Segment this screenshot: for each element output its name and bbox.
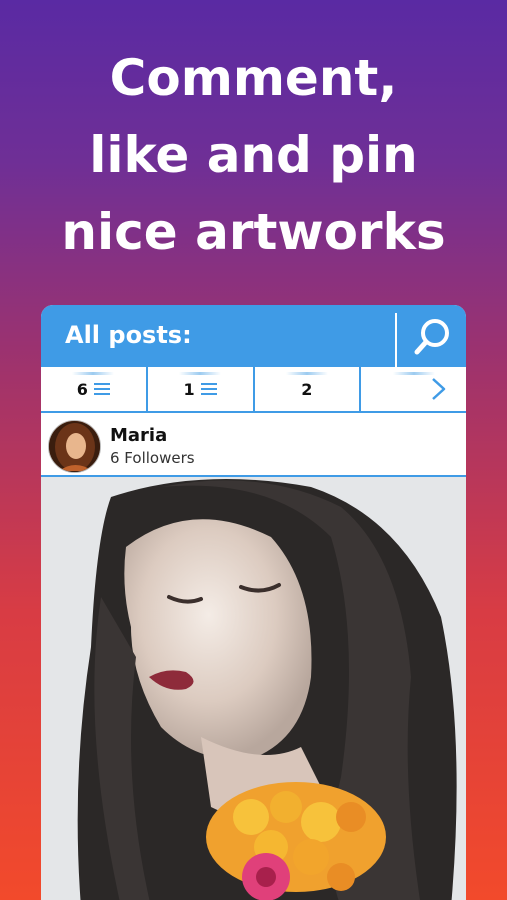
post-header: Maria 6 Followers (41, 413, 466, 477)
list-icon (93, 383, 110, 395)
tab-1[interactable]: 6 (41, 367, 148, 411)
headline-line-1: Comment, (109, 49, 398, 107)
search-icon (414, 319, 449, 355)
next-tab-button[interactable] (361, 367, 466, 411)
post-artwork[interactable] (41, 477, 466, 900)
phone-screen: All posts: 6 1 2 Maria 6 Followers (41, 305, 466, 900)
headline-line-3: nice artworks (61, 203, 446, 261)
category-tabs: 6 1 2 (41, 367, 466, 413)
avatar-image (49, 421, 100, 472)
app-bar: All posts: (41, 305, 466, 367)
headline-line-2: like and pin (89, 126, 418, 184)
page-title: All posts: (65, 321, 192, 349)
search-button[interactable] (409, 315, 455, 359)
app-bar-divider (395, 313, 397, 367)
arrow-right-icon (380, 378, 445, 400)
tab-3-count: 2 (301, 379, 313, 399)
tab-2-count: 1 (183, 379, 195, 399)
author-name[interactable]: Maria (110, 425, 167, 446)
artwork-image (41, 477, 466, 900)
avatar[interactable] (48, 420, 101, 473)
list-icon (200, 383, 217, 395)
headline: Comment, like and pin nice artworks (0, 40, 507, 271)
tab-3[interactable]: 2 (255, 367, 362, 411)
follower-count: 6 Followers (110, 449, 195, 467)
tab-2[interactable]: 1 (148, 367, 255, 411)
tab-1-count: 6 (76, 379, 88, 399)
